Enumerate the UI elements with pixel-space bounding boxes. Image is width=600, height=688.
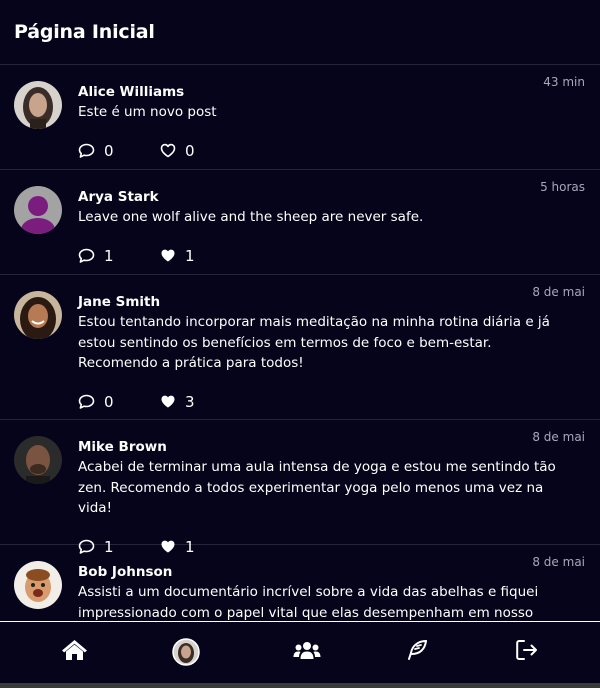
post-item[interactable]: 43 min Alice Williams Este é um novo pos… (0, 65, 600, 170)
avatar[interactable] (14, 561, 62, 609)
header: Página Inicial (0, 0, 600, 65)
post-time: 8 de mai (532, 430, 585, 444)
profile-avatar (172, 638, 200, 670)
like-button[interactable]: 1 (160, 247, 242, 265)
post-item[interactable]: 5 horas Arya Stark Leave one wolf alive … (0, 170, 600, 275)
post-author[interactable]: Mike Brown (78, 438, 586, 456)
comment-count: 0 (104, 141, 114, 160)
home-icon (61, 639, 88, 665)
heart-outline-icon (160, 143, 176, 158)
comment-icon (78, 248, 95, 264)
logout-icon (515, 639, 539, 665)
post-time: 43 min (543, 75, 585, 89)
like-count: 1 (185, 246, 195, 265)
post-actions: 1 1 (78, 246, 586, 266)
nav-friends[interactable] (292, 640, 322, 664)
nav-profile[interactable] (172, 638, 200, 670)
like-button[interactable]: 0 (160, 142, 242, 160)
post-author[interactable]: Jane Smith (78, 293, 586, 311)
avatar[interactable] (14, 81, 62, 129)
post-content: Leave one wolf alive and the sheep are n… (78, 209, 424, 225)
post-time: 8 de mai (532, 555, 585, 569)
post-time: 8 de mai (532, 285, 585, 299)
post-author[interactable]: Arya Stark (78, 188, 586, 206)
post-content: Acabei de terminar uma aula intensa de y… (78, 459, 556, 516)
post-content: Este é um novo post (78, 104, 217, 120)
post-author[interactable]: Bob Johnson (78, 563, 586, 581)
avatar[interactable] (14, 291, 62, 339)
post-content: Assisti a um documentário incrível sobre… (78, 584, 539, 621)
post-item[interactable]: 8 de mai Jane Smith Estou tentando incor… (0, 275, 600, 420)
post-item[interactable]: 8 de mai Bob Johnson Assisti a um docume… (0, 545, 600, 621)
post-content: Estou tentando incorporar mais meditação… (78, 314, 550, 371)
window-bottom-edge (0, 683, 600, 688)
post-author[interactable]: Alice Williams (78, 83, 586, 101)
avatar[interactable] (14, 436, 62, 484)
post-actions: 0 0 (78, 141, 586, 161)
page-title: Página Inicial (14, 21, 155, 43)
nav-home[interactable] (60, 640, 88, 664)
comment-button[interactable]: 0 (78, 393, 160, 411)
heart-filled-icon (160, 248, 176, 263)
users-icon (293, 640, 321, 664)
like-button[interactable]: 3 (160, 393, 242, 411)
post-time: 5 horas (540, 180, 585, 194)
like-count: 3 (185, 392, 195, 411)
comment-button[interactable]: 1 (78, 247, 160, 265)
avatar[interactable] (14, 186, 62, 234)
bottom-nav (0, 621, 600, 683)
comment-count: 1 (104, 246, 114, 265)
comment-button[interactable]: 0 (78, 142, 160, 160)
post-item[interactable]: 8 de mai Mike Brown Acabei de terminar u… (0, 420, 600, 556)
comment-icon (78, 394, 95, 410)
nav-write[interactable] (405, 640, 429, 664)
like-count: 0 (185, 141, 195, 160)
heart-filled-icon (160, 394, 176, 409)
post-actions: 0 3 (78, 392, 586, 412)
post-feed[interactable]: 43 min Alice Williams Este é um novo pos… (0, 65, 600, 621)
comment-icon (78, 143, 95, 159)
comment-count: 0 (104, 392, 114, 411)
feather-icon (406, 639, 428, 665)
nav-logout[interactable] (514, 640, 540, 664)
